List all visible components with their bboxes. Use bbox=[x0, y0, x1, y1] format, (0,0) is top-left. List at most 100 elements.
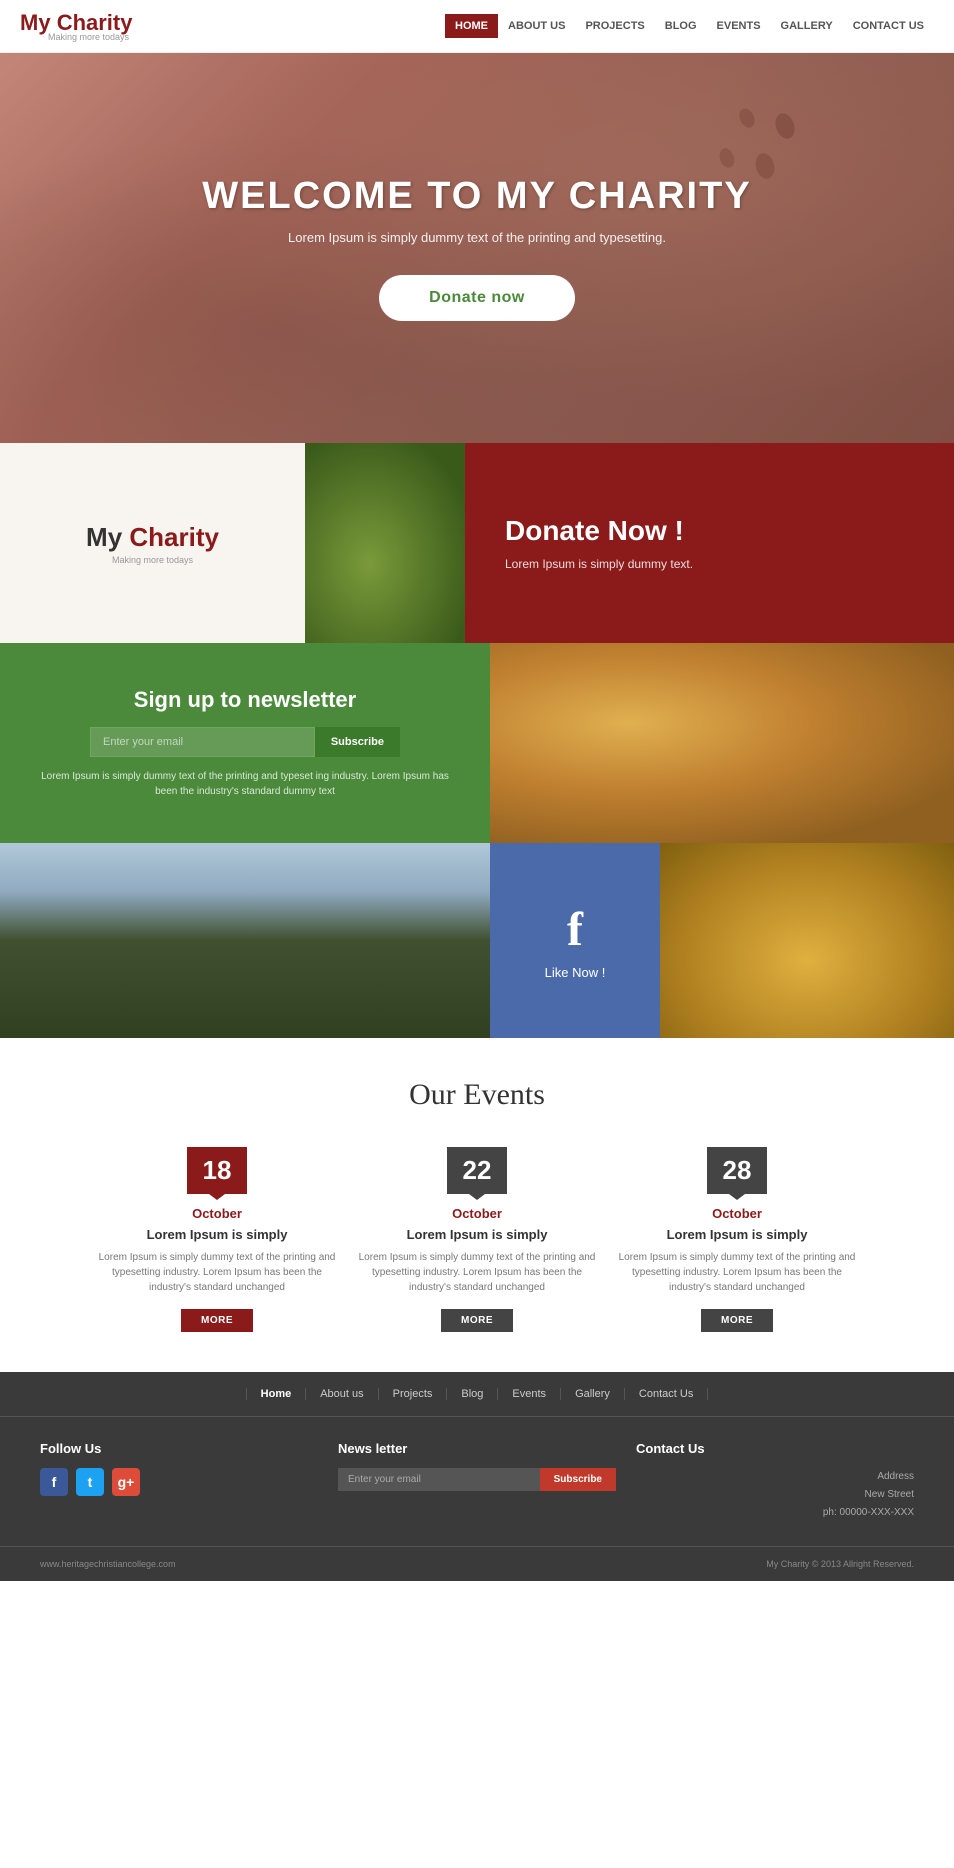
donate-now-button[interactable]: Donate now bbox=[379, 275, 575, 321]
facebook-label: Like Now ! bbox=[545, 965, 606, 980]
nav-link-contact[interactable]: CONTACT US bbox=[843, 14, 934, 38]
nav-item-projects[interactable]: PROJECTS bbox=[575, 14, 654, 38]
footer-newsletter-title: News letter bbox=[338, 1441, 616, 1456]
newsletter-subscribe-button[interactable]: Subscribe bbox=[315, 727, 400, 757]
grass-image-inner bbox=[0, 843, 490, 1038]
footer-newsletter-form: Subscribe bbox=[338, 1468, 616, 1491]
footer-nav-projects[interactable]: Projects bbox=[379, 1388, 448, 1400]
newsletter-title: Sign up to newsletter bbox=[134, 687, 356, 713]
autumn-image-cell bbox=[490, 643, 954, 843]
event-day-2: 22 bbox=[463, 1155, 492, 1185]
facebook-social-icon[interactable]: f bbox=[40, 1468, 68, 1496]
mid-logo-cell: My Charity Making more todays bbox=[0, 443, 305, 643]
hero-title: WELCOME TO MY CHARITY bbox=[202, 175, 751, 218]
nav-item-gallery[interactable]: GALLERY bbox=[771, 14, 843, 38]
nav-item-about[interactable]: ABOUT US bbox=[498, 14, 575, 38]
event-date-1: 18 bbox=[187, 1147, 248, 1194]
newsletter-autumn-row: Sign up to newsletter Subscribe Lorem Ip… bbox=[0, 643, 954, 843]
footer-copyright: My Charity © 2013 Allright Reserved. bbox=[766, 1559, 914, 1569]
footprint-1 bbox=[772, 111, 798, 142]
footer-email-input[interactable] bbox=[338, 1468, 540, 1491]
footer-contact-title: Contact Us bbox=[636, 1441, 914, 1456]
mid-grid: My Charity Making more todays Donate Now… bbox=[0, 443, 954, 643]
event-heading-3: Lorem Ipsum is simply bbox=[617, 1227, 857, 1242]
nav-link-projects[interactable]: PROJECTS bbox=[575, 14, 654, 38]
footer-nav-blog[interactable]: Blog bbox=[447, 1388, 498, 1400]
event-date-3: 28 bbox=[707, 1147, 768, 1194]
main-nav: HOME ABOUT US PROJECTS BLOG EVENTS GALLE… bbox=[445, 14, 934, 38]
event-heading-2: Lorem Ipsum is simply bbox=[357, 1227, 597, 1242]
nav-item-contact[interactable]: CONTACT US bbox=[843, 14, 934, 38]
event-item-2: 22 October Lorem Ipsum is simply Lorem I… bbox=[357, 1147, 597, 1332]
event-date-2: 22 bbox=[447, 1147, 508, 1194]
mid-logo-sub: Making more todays bbox=[112, 555, 193, 565]
event-more-button-2[interactable]: MORE bbox=[441, 1309, 513, 1332]
grass-image-cell bbox=[0, 843, 490, 1038]
contact-phone: ph: 00000-XXX-XXX bbox=[636, 1504, 914, 1522]
event-desc-3: Lorem Ipsum is simply dummy text of the … bbox=[617, 1250, 857, 1295]
bottom-grid: f Like Now ! bbox=[0, 843, 954, 1038]
googleplus-social-icon[interactable]: g+ bbox=[112, 1468, 140, 1496]
mid-logo-charity: Charity bbox=[129, 522, 219, 552]
event-desc-1: Lorem Ipsum is simply dummy text of the … bbox=[97, 1250, 337, 1295]
events-title: Our Events bbox=[20, 1078, 934, 1112]
footer-contact-section: Contact Us Address New Street ph: 00000-… bbox=[636, 1441, 914, 1522]
event-more-button-3[interactable]: MORE bbox=[701, 1309, 773, 1332]
event-item-3: 28 October Lorem Ipsum is simply Lorem I… bbox=[617, 1147, 857, 1332]
footprint-3 bbox=[753, 151, 777, 181]
footer-nav-home[interactable]: Home bbox=[246, 1388, 307, 1400]
footer-url: www.heritagechristiancollege.com bbox=[40, 1559, 176, 1569]
header: My Charity Making more todays HOME ABOUT… bbox=[0, 0, 954, 53]
nav-link-blog[interactable]: BLOG bbox=[655, 14, 707, 38]
nav-item-events[interactable]: EVENTS bbox=[707, 14, 771, 38]
footer-nav: Home About us Projects Blog Events Galle… bbox=[0, 1372, 954, 1417]
footer-nav-contact[interactable]: Contact Us bbox=[625, 1388, 708, 1400]
mid-donate-title: Donate Now ! bbox=[505, 515, 914, 547]
autumn2-image-inner bbox=[660, 843, 954, 1038]
newsletter-cell: Sign up to newsletter Subscribe Lorem Ip… bbox=[0, 643, 490, 843]
hero-section: WELCOME TO MY CHARITY Lorem Ipsum is sim… bbox=[0, 53, 954, 443]
nav-link-home[interactable]: HOME bbox=[445, 14, 498, 38]
event-desc-2: Lorem Ipsum is simply dummy text of the … bbox=[357, 1250, 597, 1295]
footer-nav-gallery[interactable]: Gallery bbox=[561, 1388, 625, 1400]
facebook-icon: f bbox=[567, 902, 583, 957]
nav-item-blog[interactable]: BLOG bbox=[655, 14, 707, 38]
footer: Home About us Projects Blog Events Galle… bbox=[0, 1372, 954, 1581]
nav-link-events[interactable]: EVENTS bbox=[707, 14, 771, 38]
contact-address: Address bbox=[636, 1468, 914, 1486]
event-more-button-1[interactable]: MORE bbox=[181, 1309, 253, 1332]
footer-contact-info: Address New Street ph: 00000-XXX-XXX bbox=[636, 1468, 914, 1522]
mid-donate-text: Lorem Ipsum is simply dummy text. bbox=[505, 557, 914, 571]
autumn2-image-cell bbox=[660, 843, 954, 1038]
logo-subtitle: Making more todays bbox=[48, 32, 132, 42]
nav-list: HOME ABOUT US PROJECTS BLOG EVENTS GALLE… bbox=[445, 14, 934, 38]
nav-item-home[interactable]: HOME bbox=[445, 14, 498, 38]
footer-follow-title: Follow Us bbox=[40, 1441, 318, 1456]
footer-follow-section: Follow Us f t g+ bbox=[40, 1441, 318, 1522]
mid-moss-image bbox=[305, 443, 465, 643]
newsletter-description: Lorem Ipsum is simply dummy text of the … bbox=[40, 769, 450, 799]
twitter-social-icon[interactable]: t bbox=[76, 1468, 104, 1496]
footer-nav-about[interactable]: About us bbox=[306, 1388, 378, 1400]
mid-donate-cell: Donate Now ! Lorem Ipsum is simply dummy… bbox=[465, 443, 954, 643]
event-day-3: 28 bbox=[723, 1155, 752, 1185]
event-month-1: October bbox=[97, 1206, 337, 1221]
autumn-image-inner bbox=[490, 643, 954, 843]
footprint-4 bbox=[717, 146, 737, 170]
social-icons: f t g+ bbox=[40, 1468, 318, 1496]
events-grid: 18 October Lorem Ipsum is simply Lorem I… bbox=[97, 1147, 857, 1332]
logo: My Charity Making more todays bbox=[20, 10, 132, 42]
newsletter-email-input[interactable] bbox=[90, 727, 315, 757]
nav-link-gallery[interactable]: GALLERY bbox=[771, 14, 843, 38]
event-month-3: October bbox=[617, 1206, 857, 1221]
facebook-cell[interactable]: f Like Now ! bbox=[490, 843, 660, 1038]
footer-nav-events[interactable]: Events bbox=[498, 1388, 561, 1400]
mid-image-inner bbox=[305, 443, 465, 643]
footer-subscribe-button[interactable]: Subscribe bbox=[540, 1468, 616, 1491]
mid-logo-text: My Charity bbox=[86, 522, 219, 553]
event-item-1: 18 October Lorem Ipsum is simply Lorem I… bbox=[97, 1147, 337, 1332]
footer-main: Follow Us f t g+ News letter Subscribe C… bbox=[0, 1417, 954, 1546]
newsletter-form: Subscribe bbox=[90, 727, 400, 757]
events-section: Our Events 18 October Lorem Ipsum is sim… bbox=[0, 1038, 954, 1372]
nav-link-about[interactable]: ABOUT US bbox=[498, 14, 575, 38]
